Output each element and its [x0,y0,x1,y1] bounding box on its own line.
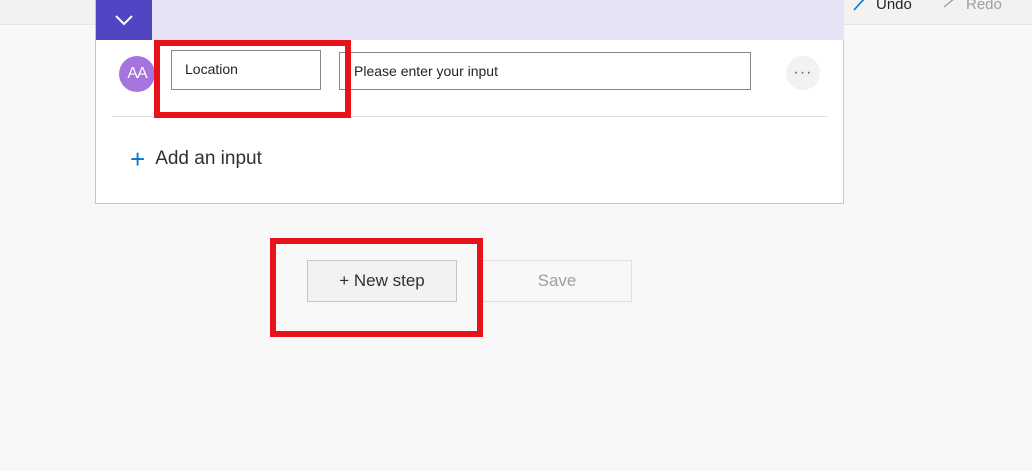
input-value-field[interactable]: Please enter your input [339,52,751,90]
diamond-icon [115,15,133,26]
text-input-type-icon: AA [119,56,155,92]
more-options-button[interactable]: ··· [786,56,820,90]
redo-label: Redo [966,0,1002,13]
ellipsis-icon: ··· [793,64,813,81]
add-input-button[interactable]: + Add an input [130,146,262,172]
save-button[interactable]: Save [482,260,632,302]
input-name-field[interactable]: Location [171,50,321,90]
undo-button[interactable]: Undo [852,0,912,14]
new-step-button[interactable]: + New step [307,260,457,302]
redo-button[interactable]: Redo [942,0,1002,14]
manual-trigger-card: AA Location Please enter your input ··· … [95,0,844,204]
trigger-icon [96,0,152,40]
avatar-text: AA [127,65,147,82]
undo-label: Undo [876,0,912,13]
card-header[interactable] [96,0,844,40]
divider [112,116,828,117]
add-input-label: Add an input [155,148,262,169]
plus-icon: + [130,144,146,174]
redo-icon [943,0,954,8]
undo-icon [853,0,865,11]
